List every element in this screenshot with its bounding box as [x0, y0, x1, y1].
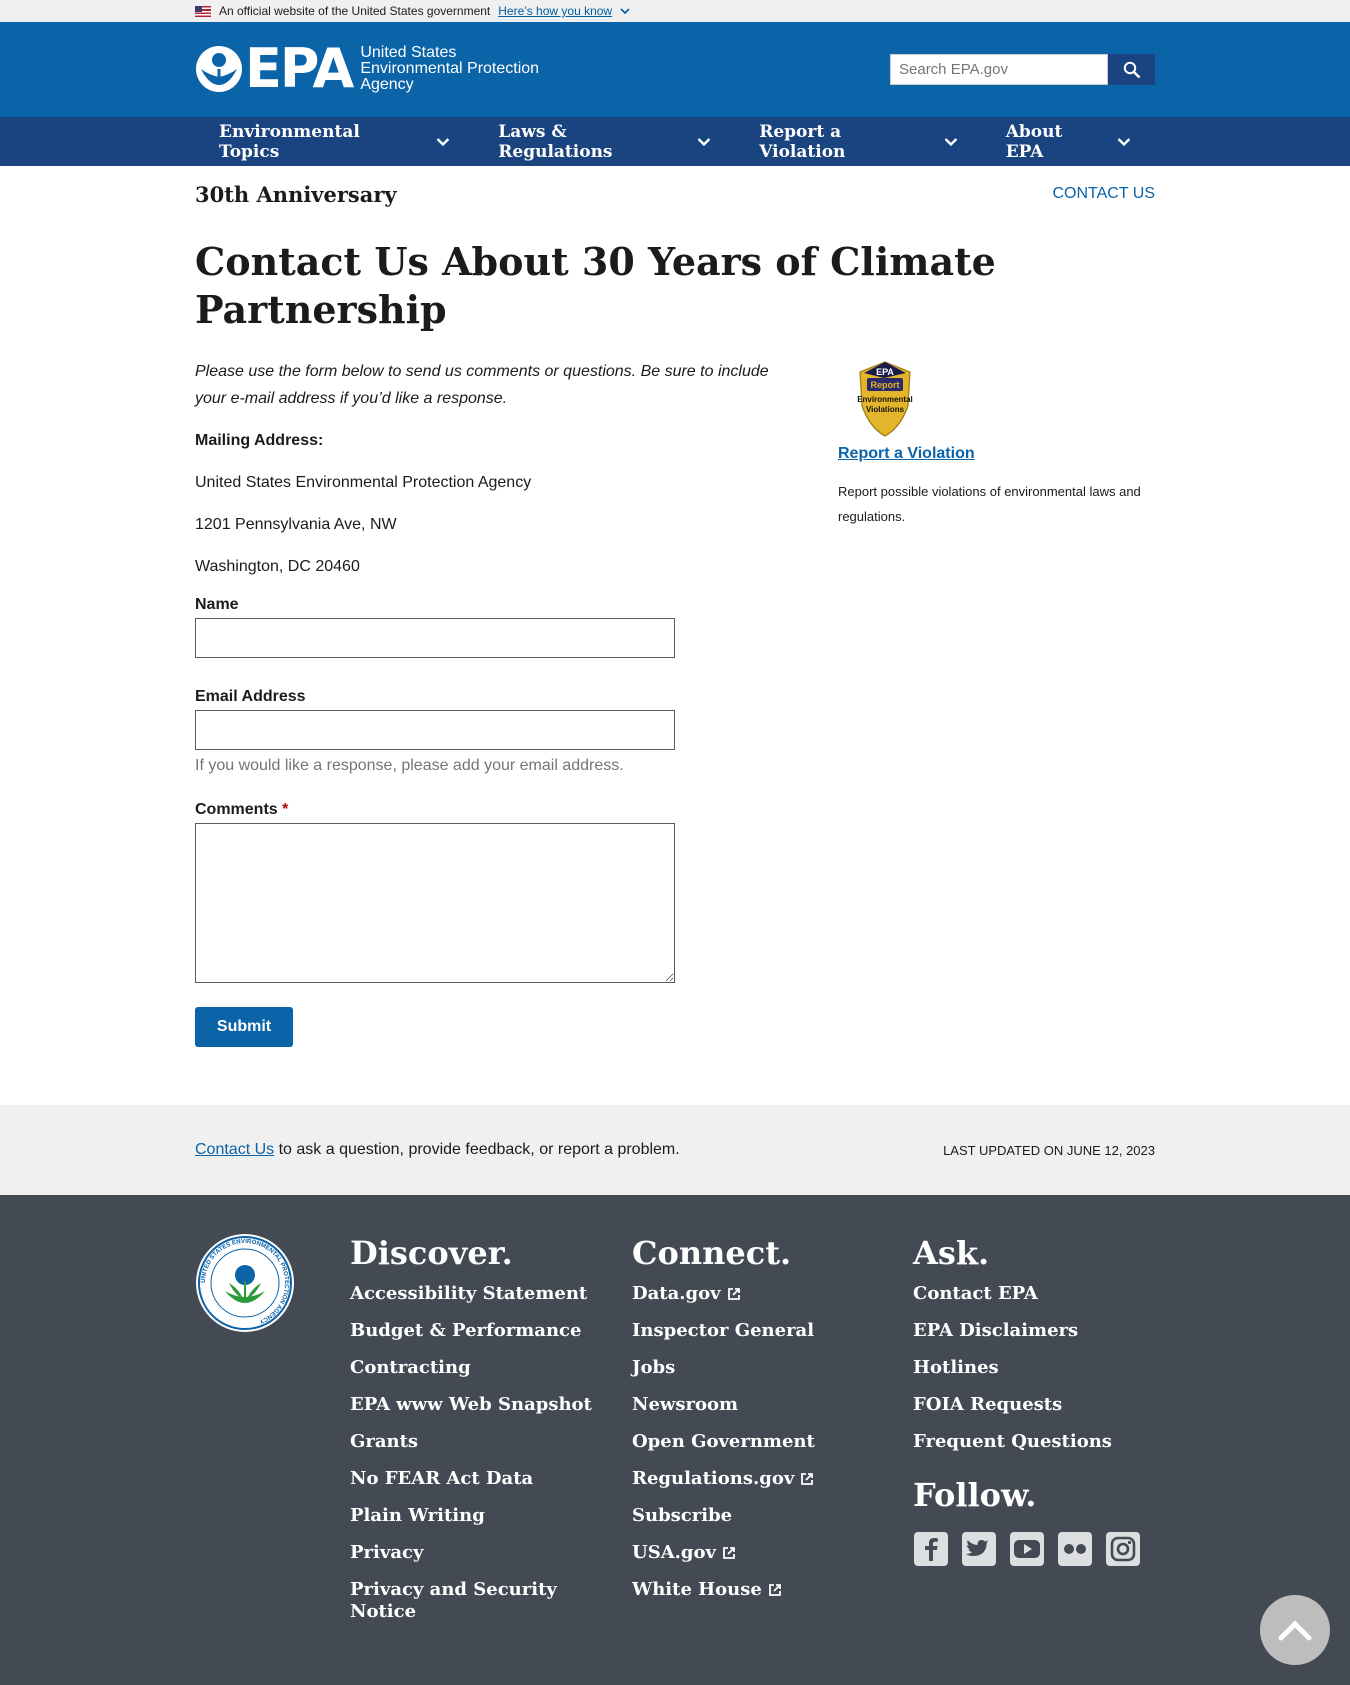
last-updated-bar: Contact Us to ask a question, provide fe… — [0, 1105, 1350, 1195]
external-link-icon — [727, 1288, 740, 1300]
submit-button[interactable]: Submit — [195, 1007, 293, 1047]
last-updated-date: LAST UPDATED ON JUNE 12, 2023 — [943, 1142, 1155, 1158]
report-violations-badge[interactable]: EPA Report Environmental Violations — [840, 358, 930, 438]
footer-link-white-house[interactable]: White House — [632, 1579, 815, 1601]
feedback-contact-link[interactable]: Contact Us — [195, 1141, 274, 1158]
external-link-icon — [801, 1473, 814, 1485]
email-hint: If you would like a response, please add… — [195, 757, 624, 774]
contact-us-link[interactable]: CONTACT US — [1052, 185, 1155, 203]
nav-about-epa[interactable]: About EPA — [982, 122, 1155, 162]
nav-laws-regulations[interactable]: Laws & Regulations — [474, 122, 735, 162]
footer-link-open-government[interactable]: Open Government — [632, 1431, 815, 1453]
chevron-down-icon — [1117, 137, 1131, 146]
address-line-3: Washington, DC 20460 — [195, 558, 360, 575]
discover-column: Discover. Accessibility Statement Budget… — [350, 1233, 592, 1638]
footer-link-frequent-questions[interactable]: Frequent Questions — [913, 1431, 1141, 1453]
back-to-top-button[interactable] — [1260, 1595, 1330, 1665]
svg-text:Report: Report — [871, 380, 900, 390]
mailing-address-label: Mailing Address: — [195, 432, 324, 449]
instagram-icon[interactable] — [1105, 1531, 1141, 1567]
connect-heading: Connect. — [632, 1234, 792, 1272]
footer-link-inspector-general[interactable]: Inspector General — [632, 1320, 815, 1342]
footer-link-disclaimers[interactable]: EPA Disclaimers — [913, 1320, 1141, 1342]
external-link-icon — [768, 1584, 781, 1596]
chevron-up-icon — [1278, 1620, 1312, 1641]
footer-link-contact-epa[interactable]: Contact EPA — [913, 1283, 1141, 1305]
page-content: 30th Anniversary CONTACT US Contact Us A… — [195, 166, 1155, 1047]
logo-epa-text: EPA — [245, 37, 354, 100]
chevron-down-icon — [697, 137, 711, 146]
search-button[interactable] — [1108, 54, 1155, 85]
twitter-icon[interactable] — [961, 1531, 997, 1567]
svg-text:Environmental: Environmental — [857, 395, 913, 404]
footer-link-plain-writing[interactable]: Plain Writing — [350, 1505, 592, 1527]
epa-seal-icon: UNITED STATES ENVIRONMENTAL PROTECTION A… — [196, 1234, 294, 1332]
footer-link-data-gov[interactable]: Data.gov — [632, 1283, 815, 1305]
footer-link-contracting[interactable]: Contracting — [350, 1357, 592, 1379]
gov-banner-text: An official website of the United States… — [219, 4, 491, 18]
footer-link-no-fear[interactable]: No FEAR Act Data — [350, 1468, 592, 1490]
search-input[interactable] — [890, 54, 1108, 85]
report-violation-link[interactable]: Report a Violation — [838, 445, 1155, 463]
footer-link-hotlines[interactable]: Hotlines — [913, 1357, 1141, 1379]
contact-form: Name Email Address If you would like a r… — [195, 596, 795, 1047]
page-title: Contact Us About 30 Years of Climate Par… — [195, 239, 996, 332]
svg-text:EPA: EPA — [876, 367, 894, 377]
footer-link-subscribe[interactable]: Subscribe — [632, 1505, 815, 1527]
footer-link-jobs[interactable]: Jobs — [632, 1357, 815, 1379]
footer-link-usa-gov[interactable]: USA.gov — [632, 1542, 815, 1564]
comments-field[interactable] — [195, 823, 675, 983]
email-label: Email Address — [195, 688, 306, 705]
section-title: 30th Anniversary — [195, 181, 397, 207]
chevron-down-icon — [437, 137, 450, 146]
site-footer: UNITED STATES ENVIRONMENTAL PROTECTION A… — [0, 1195, 1350, 1685]
footer-link-privacy-security[interactable]: Privacy and Security Notice — [350, 1579, 585, 1623]
footer-link-newsroom[interactable]: Newsroom — [632, 1394, 815, 1416]
footer-link-accessibility[interactable]: Accessibility Statement — [350, 1283, 592, 1305]
nav-environmental-topics[interactable]: Environmental Topics — [195, 122, 474, 162]
nav-report-violation[interactable]: Report a Violation — [735, 122, 981, 162]
main-nav: Environmental Topics Laws & Regulations … — [0, 117, 1350, 166]
footer-link-foia[interactable]: FOIA Requests — [913, 1394, 1141, 1416]
connect-column: Connect. Data.gov Inspector General Jobs… — [632, 1233, 815, 1616]
site-header: EPA United States Environmental Protecti… — [0, 22, 1350, 117]
chevron-down-icon — [620, 8, 630, 15]
flickr-icon[interactable] — [1057, 1531, 1093, 1567]
youtube-icon[interactable] — [1009, 1531, 1045, 1567]
epa-logo[interactable]: EPA United States Environmental Protecti… — [195, 37, 540, 100]
search-icon — [1123, 61, 1140, 78]
site-search — [890, 54, 1155, 85]
chevron-down-icon — [944, 137, 958, 146]
gov-banner: An official website of the United States… — [0, 0, 1350, 22]
follow-heading: Follow. — [913, 1476, 1037, 1514]
svg-text:Violations: Violations — [866, 405, 905, 414]
email-field[interactable] — [195, 710, 675, 750]
report-violation-description: Report possible violations of environmen… — [838, 484, 1141, 524]
ask-heading: Ask. — [913, 1234, 990, 1272]
main-column: Please use the form below to send us com… — [195, 358, 795, 1047]
name-field[interactable] — [195, 618, 675, 658]
ask-column: Ask. Contact EPA EPA Disclaimers Hotline… — [913, 1233, 1141, 1567]
address-line-1: United States Environmental Protection A… — [195, 474, 532, 491]
footer-link-budget[interactable]: Budget & Performance — [350, 1320, 592, 1342]
footer-link-regulations-gov[interactable]: Regulations.gov — [632, 1468, 815, 1490]
facebook-icon[interactable] — [913, 1531, 949, 1567]
sidebar: EPA Report Environmental Violations Repo… — [838, 358, 1155, 1047]
footer-link-web-snapshot[interactable]: EPA www Web Snapshot — [350, 1394, 592, 1416]
us-flag-icon — [195, 5, 211, 17]
epa-flower-icon — [196, 46, 242, 92]
required-mark: * — [282, 801, 289, 818]
intro-text: Please use the form below to send us com… — [195, 363, 769, 407]
footer-link-privacy[interactable]: Privacy — [350, 1542, 592, 1564]
comments-label: Comments * — [195, 801, 289, 818]
how-you-know-link[interactable]: Here’s how you know — [498, 4, 612, 18]
logo-agency-name: United States Environmental Protection A… — [360, 44, 540, 93]
name-label: Name — [195, 596, 239, 613]
external-link-icon — [723, 1547, 735, 1559]
footer-link-grants[interactable]: Grants — [350, 1431, 592, 1453]
address-line-2: 1201 Pennsylvania Ave, NW — [195, 516, 397, 533]
feedback-text: Contact Us to ask a question, provide fe… — [195, 1141, 680, 1158]
discover-heading: Discover. — [350, 1234, 513, 1272]
social-icons — [913, 1531, 1141, 1567]
